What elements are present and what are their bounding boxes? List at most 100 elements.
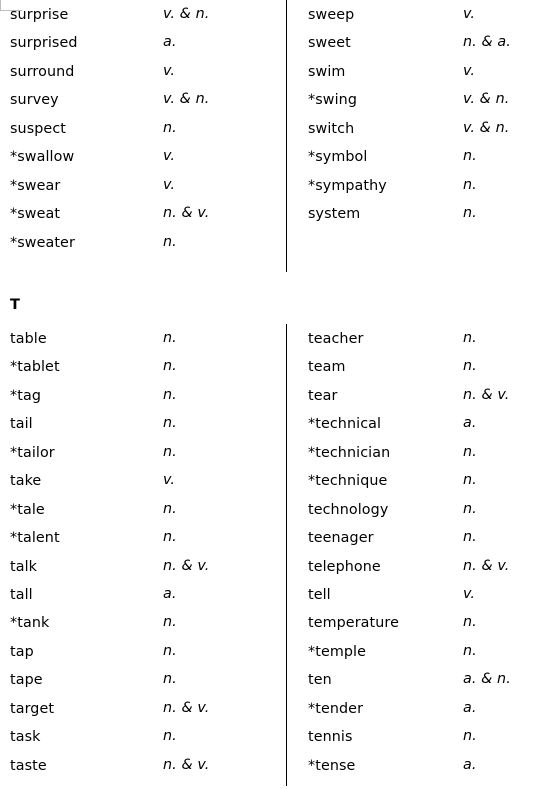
wordlist-entry[interactable]: *tag n.: [10, 381, 280, 409]
entry-part-of-speech: n.: [463, 642, 477, 659]
entry-part-of-speech: n.: [163, 443, 177, 460]
entry-word: take: [10, 473, 42, 490]
entry-part-of-speech: a.: [163, 585, 177, 602]
entry-part-of-speech: n. & a.: [463, 34, 511, 51]
entry-word: tall: [10, 586, 33, 603]
wordlist-entry[interactable]: *tank n.: [10, 608, 280, 636]
entry-word: temperature: [308, 615, 399, 632]
entry-part-of-speech: n.: [163, 529, 177, 546]
wordlist-entry[interactable]: survey v. & n.: [10, 85, 280, 113]
wordlist-column-s-right: sweep v. sweet n. & a. swim v. *swing v. & n. sw…: [308, 0, 535, 228]
wordlist-entry[interactable]: *sympathy n.: [308, 171, 535, 199]
entry-part-of-speech: v.: [163, 148, 176, 165]
wordlist-entry[interactable]: *swing v. & n.: [308, 85, 535, 113]
wordlist-entry[interactable]: tape n.: [10, 665, 280, 693]
entry-part-of-speech: v. & n.: [463, 91, 510, 108]
entry-part-of-speech: n.: [463, 614, 477, 631]
entry-word: surround: [10, 63, 75, 80]
entry-part-of-speech: n.: [463, 205, 477, 222]
entry-part-of-speech: n. & v.: [463, 557, 510, 574]
wordlist-entry[interactable]: *tender a.: [308, 694, 535, 722]
column-divider: [286, 324, 287, 786]
entry-part-of-speech: n.: [163, 233, 177, 250]
entry-word: *sweater: [10, 234, 75, 251]
wordlist-entry[interactable]: *temple n.: [308, 637, 535, 665]
wordlist-entry[interactable]: *tablet n.: [10, 352, 280, 380]
section-header-t: T: [10, 297, 21, 313]
entry-word: table: [10, 331, 47, 347]
wordlist-entry[interactable]: ten a. & n.: [308, 665, 535, 693]
wordlist-entry[interactable]: temperature n.: [308, 608, 535, 636]
wordlist-entry[interactable]: *talent n.: [10, 523, 280, 551]
entry-word: system: [308, 206, 361, 223]
entry-part-of-speech: a.: [463, 699, 477, 716]
wordlist-entry[interactable]: surround v.: [10, 57, 280, 85]
entry-word: *tender: [308, 700, 364, 717]
wordlist-entry[interactable]: surprise v. & n.: [10, 0, 280, 28]
entry-word: technology: [308, 501, 389, 518]
wordlist-entry[interactable]: suspect n.: [10, 114, 280, 142]
wordlist-column-t-right: teacher n. team n. tear n. & v. *technical a. *t…: [308, 324, 535, 779]
wordlist-entry[interactable]: *swear v.: [10, 171, 280, 199]
wordlist-entry[interactable]: *tense a.: [308, 751, 535, 779]
entry-word: *tank: [10, 615, 50, 632]
wordlist-entry[interactable]: target n. & v.: [10, 694, 280, 722]
wordlist-entry[interactable]: sweet n. & a.: [308, 28, 535, 56]
entry-word: tear: [308, 387, 338, 404]
entry-word: telephone: [308, 558, 381, 575]
entry-part-of-speech: v. & n.: [463, 119, 510, 136]
entry-word: *swallow: [10, 149, 75, 166]
entry-part-of-speech: n. & v.: [463, 386, 510, 403]
wordlist-entry[interactable]: *tale n.: [10, 495, 280, 523]
wordlist-entry[interactable]: tap n.: [10, 637, 280, 665]
wordlist-entry[interactable]: take v.: [10, 466, 280, 494]
wordlist-entry[interactable]: task n.: [10, 722, 280, 750]
entry-part-of-speech: n.: [163, 671, 177, 688]
wordlist-entry[interactable]: table n.: [10, 324, 280, 352]
wordlist-entry[interactable]: *technical a.: [308, 409, 535, 437]
wordlist-entry[interactable]: *sweater n.: [10, 228, 280, 256]
wordlist-entry[interactable]: tall a.: [10, 580, 280, 608]
wordlist-entry[interactable]: sweep v.: [308, 0, 535, 28]
entry-word: teacher: [308, 331, 364, 347]
wordlist-entry[interactable]: switch v. & n.: [308, 114, 535, 142]
entry-part-of-speech: n.: [163, 728, 177, 745]
wordlist-entry[interactable]: telephone n. & v.: [308, 552, 535, 580]
wordlist-entry[interactable]: *swallow v.: [10, 142, 280, 170]
wordlist-entry[interactable]: team n.: [308, 352, 535, 380]
entry-part-of-speech: a. & n.: [463, 671, 511, 688]
entry-word: talk: [10, 558, 38, 575]
entry-part-of-speech: n.: [163, 642, 177, 659]
wordlist-entry[interactable]: teenager n.: [308, 523, 535, 551]
wordlist-entry[interactable]: tell v.: [308, 580, 535, 608]
wordlist-entry[interactable]: teacher n.: [308, 324, 535, 352]
wordlist-entry[interactable]: taste n. & v.: [10, 751, 280, 779]
entry-word: surprise: [10, 7, 69, 23]
wordlist-entry[interactable]: *tailor n.: [10, 438, 280, 466]
entry-word: suspect: [10, 120, 66, 137]
wordlist-entry[interactable]: *symbol n.: [308, 142, 535, 170]
entry-word: team: [308, 359, 346, 376]
entry-word: *tale: [10, 501, 45, 518]
wordlist-entry[interactable]: tear n. & v.: [308, 381, 535, 409]
wordlist-entry[interactable]: tail n.: [10, 409, 280, 437]
wordlist-entry[interactable]: surprised a.: [10, 28, 280, 56]
wordlist-entry[interactable]: technology n.: [308, 495, 535, 523]
entry-part-of-speech: n.: [163, 330, 177, 346]
wordlist-entry[interactable]: *technician n.: [308, 438, 535, 466]
entry-word: *tag: [10, 387, 41, 404]
wordlist-entry[interactable]: *sweat n. & v.: [10, 199, 280, 227]
wordlist-entry[interactable]: *technique n.: [308, 466, 535, 494]
wordlist-entry[interactable]: talk n. & v.: [10, 552, 280, 580]
entry-word: *symbol: [308, 149, 368, 166]
entry-word: surprised: [10, 35, 78, 52]
entry-word: *sweat: [10, 206, 61, 223]
entry-word: *technical: [308, 416, 382, 433]
wordlist-page: surprise v. & n. surprised a. surround v. surv…: [0, 0, 535, 789]
wordlist-entry[interactable]: tennis n.: [308, 722, 535, 750]
entry-word: switch: [308, 120, 355, 137]
entry-part-of-speech: v.: [463, 6, 476, 22]
wordlist-entry[interactable]: swim v.: [308, 57, 535, 85]
wordlist-entry[interactable]: system n.: [308, 199, 535, 227]
entry-word: taste: [10, 757, 47, 774]
